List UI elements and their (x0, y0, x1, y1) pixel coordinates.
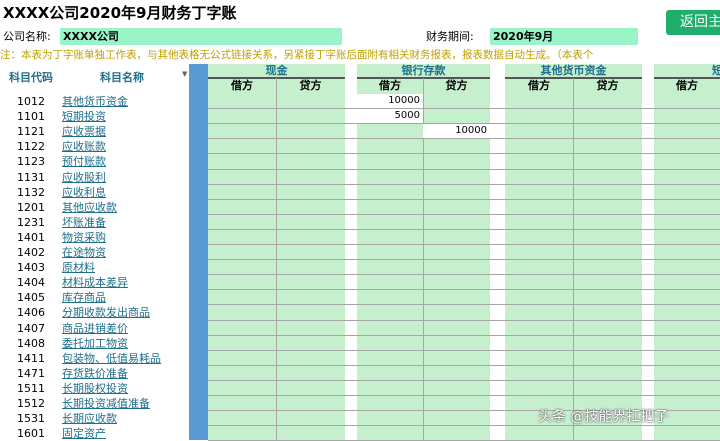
row-divider (208, 228, 720, 230)
row-divider (208, 379, 720, 381)
watermark-text: 头条 @技能界扛把子 (538, 409, 669, 425)
account-name-link[interactable]: 预付账款 (62, 154, 106, 169)
other-credit-header: 贷方 (596, 79, 619, 92)
company-label: 公司名称: (3, 30, 51, 43)
row-divider (208, 244, 720, 245)
notice-text: 注：本表为丁字账单独工作表，与其他表格无公式链接关系，另紧接丁字账后面附有相关财… (0, 49, 594, 61)
bank-credit-header: 贷方 (445, 79, 468, 92)
row-divider (208, 319, 720, 321)
row-divider (208, 198, 720, 200)
row-divider (208, 168, 720, 170)
short-debit-header: 借方 (676, 79, 698, 92)
header-short-term: 短期 (712, 64, 720, 77)
other-debit-header: 借方 (528, 79, 550, 92)
row-divider (208, 289, 720, 291)
account-name-link[interactable]: 应收票据 (62, 124, 106, 139)
row-divider (208, 304, 720, 306)
account-code: 1231 (17, 215, 45, 229)
account-name-link[interactable]: 分期收款发出商品 (62, 305, 150, 320)
account-code: 1471 (17, 366, 45, 380)
header-account-code: 科目代码 (9, 71, 53, 84)
account-name-link[interactable]: 原材料 (62, 260, 95, 275)
info-row: 公司名称: XXXX公司 财务期间: 2020年9月 (0, 28, 720, 45)
account-code: 1512 (17, 397, 45, 410)
row-divider (208, 364, 720, 366)
row-divider (208, 138, 720, 140)
account-name-link[interactable]: 存货跌价准备 (62, 366, 128, 381)
ledger-grid: 现金 银行存款 其他货币资金 短期 科目代码 科目名称 ▼ 借方 贷方 借方 贷… (0, 64, 720, 441)
account-code: 1132 (17, 185, 45, 199)
account-name-link[interactable]: 材料成本差异 (62, 275, 128, 290)
account-name-link[interactable]: 长期股权投资 (62, 381, 128, 396)
account-name-link[interactable]: 库存商品 (62, 290, 106, 305)
short-header-underline (654, 77, 720, 79)
row-divider (208, 274, 720, 276)
account-name-link[interactable]: 包装物、低值易耗品 (62, 351, 161, 366)
row-divider (208, 259, 720, 261)
bank-debit-1101[interactable]: 5000 (357, 109, 423, 123)
account-name-link[interactable]: 坏账准备 (62, 215, 106, 230)
account-code: 1531 (17, 412, 45, 426)
account-code: 1121 (17, 125, 45, 139)
account-name-link[interactable]: 短期投资 (62, 109, 106, 124)
account-code: 1406 (17, 306, 45, 320)
row-divider (208, 349, 720, 351)
account-code: 1402 (17, 246, 45, 259)
account-code: 1401 (17, 230, 45, 244)
period-field[interactable]: 2020年9月 (490, 28, 638, 45)
account-code: 1201 (17, 200, 45, 214)
header-cash: 现金 (265, 64, 288, 77)
account-code: 1131 (17, 170, 45, 184)
row-divider (208, 213, 720, 215)
account-code: 1123 (17, 155, 45, 169)
account-code: 1511 (17, 381, 45, 395)
account-name-link[interactable]: 固定资产 (62, 426, 106, 441)
cash-credit-header: 贷方 (299, 79, 322, 92)
account-name-link[interactable]: 长期应收款 (62, 411, 117, 426)
account-name-link[interactable]: 其他应收款 (62, 200, 117, 215)
bank-debit-1012[interactable]: 10000 (357, 94, 423, 108)
company-field[interactable]: XXXX公司 (60, 28, 342, 45)
row-divider (208, 153, 720, 155)
account-code: 1122 (17, 140, 45, 154)
account-code: 1601 (17, 427, 45, 441)
row-divider (208, 108, 720, 110)
account-name-link[interactable]: 长期投资减值准备 (62, 396, 150, 411)
page-title: XXXX公司2020年9月财务丁字账 (3, 4, 237, 22)
row-divider (208, 334, 720, 336)
account-name-link[interactable]: 其他货币资金 (62, 94, 128, 109)
short-term-column-block (654, 64, 720, 440)
account-name-link[interactable]: 应收账款 (62, 139, 106, 154)
bank-debit-header: 借方 (379, 79, 401, 92)
period-label: 财务期间: (426, 30, 474, 43)
blue-separator-column (189, 64, 208, 440)
account-name-link[interactable]: 在途物资 (62, 245, 106, 260)
account-name-link[interactable]: 委托加工物资 (62, 336, 128, 351)
cash-debit-header: 借方 (231, 79, 253, 92)
header-account-name: 科目名称 (100, 71, 144, 84)
row-divider (208, 183, 720, 185)
account-name-link[interactable]: 商品进销差价 (62, 321, 128, 336)
account-name-link[interactable]: 物资采购 (62, 230, 106, 245)
account-code: 1101 (17, 110, 45, 124)
account-name-link[interactable]: 应收股利 (62, 170, 106, 185)
filter-dropdown-icon[interactable]: ▼ (182, 70, 187, 78)
account-code: 1408 (17, 336, 45, 350)
account-code: 1012 (17, 95, 45, 108)
header-bank: 银行存款 (401, 64, 446, 77)
account-code: 1403 (17, 261, 45, 275)
header-other-funds: 其他货币资金 (540, 64, 607, 77)
row-divider (208, 395, 720, 396)
bank-credit-1121[interactable]: 10000 (423, 124, 490, 138)
account-code: 1404 (17, 276, 45, 290)
account-code: 1407 (17, 321, 45, 335)
account-code: 1405 (17, 291, 45, 305)
account-code: 1411 (17, 351, 45, 365)
account-name-link[interactable]: 应收利息 (62, 185, 106, 200)
